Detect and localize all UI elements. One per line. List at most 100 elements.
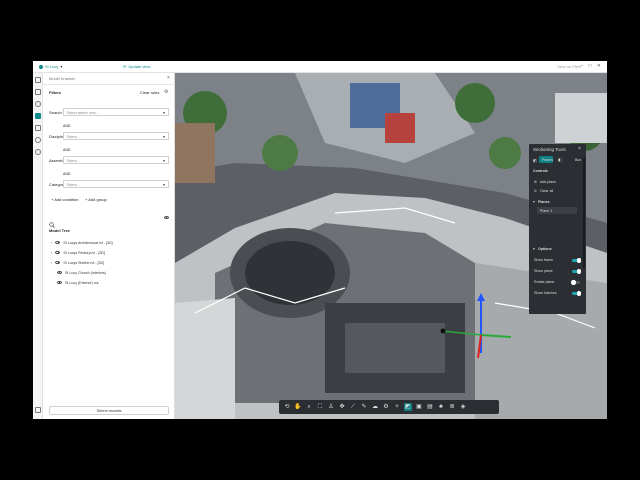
show-frame-toggle[interactable] (572, 258, 581, 263)
measure-icon[interactable]: ⟋ (349, 403, 357, 411)
tree-item[interactable]: St Lucy (Exterior).rcs (57, 279, 99, 286)
search-sets-select[interactable]: Select search sets... ▾ (63, 108, 169, 116)
project-selector[interactable]: St Lucy ▾ (39, 64, 62, 69)
gear-icon[interactable]: ⚙ (164, 89, 168, 95)
image-icon[interactable]: ▤ (426, 403, 434, 411)
panel-header: Model browser (49, 76, 76, 81)
close-icon[interactable]: × (167, 75, 170, 81)
model-browser-icon[interactable] (35, 113, 41, 119)
fit-icon[interactable]: ⛶ (316, 403, 324, 411)
plane-list-item[interactable]: Plane 1 (537, 207, 577, 214)
sectioning-tools-title: Sectioning Tools (533, 147, 566, 152)
controls-title: Controls (533, 169, 548, 173)
gizmo-icon[interactable]: ✥ (338, 403, 346, 411)
show-hatches-toggle[interactable] (572, 291, 581, 296)
filters-title: Filters (49, 90, 62, 95)
top-bar: St Lucy ▾ ⟳ Update view View on Files – … (33, 61, 607, 73)
walk-icon[interactable]: ♙ (327, 403, 335, 411)
categories-select[interactable]: Select... ▾ (63, 180, 169, 188)
layers-icon[interactable] (35, 89, 41, 95)
show-plane-label: Show plane (534, 269, 553, 273)
scrollbar[interactable] (583, 158, 585, 268)
refresh-icon: ⟳ (123, 64, 127, 69)
left-rail (33, 73, 43, 419)
issues-icon[interactable] (35, 125, 41, 131)
show-plane-toggle[interactable] (572, 269, 581, 274)
settings-icon[interactable] (35, 149, 41, 155)
cloud-icon[interactable]: ☁ (371, 403, 379, 411)
chevron-right-icon[interactable]: › (51, 250, 52, 255)
disciplines-select[interactable]: Select... ▾ (63, 132, 169, 140)
clock-icon[interactable] (35, 101, 41, 107)
viewer-toolbar: ⟲ ✋ ⌕ ⛶ ♙ ✥ ⟋ ✎ ☁ ⚙ ✧ ◩ ▣ ▤ ♣ ≣ ◈ (279, 400, 499, 414)
rotate-plane-label: Rotate plane (534, 280, 555, 284)
eye-icon[interactable] (57, 271, 62, 274)
disciplines-placeholder: Select... (67, 134, 80, 139)
rotate-plane-toggle[interactable] (571, 280, 580, 285)
clear-all-icon[interactable]: ⊘ (534, 189, 537, 193)
forest-icon[interactable]: ♣ (437, 403, 445, 411)
update-view-button[interactable]: ⟳ Update view (123, 64, 150, 69)
plane-1-label: Plane 1 (540, 208, 553, 213)
collapse-icon[interactable] (35, 407, 41, 413)
tree-item[interactable]: › St Lucys Architectural.rvt - [3D] (51, 239, 113, 246)
project-name: St Lucy (45, 64, 59, 69)
settings-icon[interactable]: ⚙ (382, 403, 390, 411)
chevron-down-icon[interactable]: ▾ (533, 200, 535, 204)
assembly-placeholder: Select... (67, 158, 80, 163)
tree-item[interactable]: › St Lucys Shelter.rvt - [3D] (51, 259, 104, 266)
add-group-button[interactable]: + Add group (85, 197, 107, 202)
clear-all-button[interactable]: Clear all (540, 189, 553, 193)
tree-item[interactable]: › St Lucys Rectory.rvt - [3D] (51, 249, 105, 256)
box-icon[interactable]: ▣ (415, 403, 423, 411)
eye-icon[interactable] (55, 251, 61, 254)
view-on-files-link[interactable]: View on Files (557, 64, 581, 69)
sectioning-mode-icon[interactable]: ◩ (533, 158, 537, 163)
clear-rules-link[interactable]: Clear rules (140, 90, 159, 95)
assembly-select[interactable]: Select... ▾ (63, 156, 169, 164)
chevron-right-icon[interactable]: › (51, 260, 52, 265)
explode-icon[interactable]: ✧ (393, 403, 401, 411)
zoom-icon[interactable]: ⌕ (305, 403, 313, 411)
tab-planes-label: Planes (542, 157, 553, 162)
box-mode-icon[interactable]: ◧ (558, 157, 562, 162)
home-icon[interactable] (35, 77, 41, 83)
tree-item-label: St Lucy Church (Interiors) (65, 270, 106, 275)
tab-box-label[interactable]: Box (575, 158, 581, 162)
info-icon[interactable] (35, 137, 41, 143)
pan-icon[interactable]: ✋ (294, 403, 302, 411)
close-icon[interactable]: × (578, 146, 581, 152)
layers-icon[interactable]: ≣ (448, 403, 456, 411)
eye-icon[interactable] (57, 281, 62, 284)
window-controls-icon[interactable]: – □ ✕ (580, 63, 603, 69)
tree-item-label: St Lucys Rectory.rvt - [3D] (63, 250, 106, 255)
chevron-right-icon[interactable]: › (51, 240, 52, 245)
eye-icon[interactable] (55, 241, 61, 244)
show-frame-label: Show frame (534, 258, 554, 262)
app-window: St Lucy ▾ ⟳ Update view View on Files – … (33, 61, 607, 419)
tree-item[interactable]: St Lucy Church (Interiors) (57, 269, 106, 276)
add-plane-button[interactable]: Add plane (540, 180, 556, 184)
chevron-down-icon[interactable]: ▾ (533, 247, 535, 251)
eye-icon[interactable] (55, 261, 61, 264)
select-models-button[interactable]: Select models (49, 406, 169, 415)
section-icon[interactable]: ◩ (404, 403, 412, 411)
search-icon[interactable] (49, 215, 55, 228)
chevron-down-icon: ▾ (162, 134, 165, 139)
and-label: AND (63, 172, 71, 176)
show-hatches-label: Show hatches (534, 291, 557, 295)
planes-title: Planes (538, 200, 550, 204)
add-condition-button[interactable]: + Add condition (51, 197, 78, 202)
tag-icon[interactable]: ◈ (459, 403, 467, 411)
search-sets-placeholder: Select search sets... (67, 110, 99, 115)
add-plane-icon[interactable]: ⊕ (534, 180, 537, 184)
3d-viewport[interactable]: Sectioning Tools × ◩ Planes ◧ Box Contro… (175, 73, 607, 419)
model-browser-panel: Model browser × Filters Clear rules ⚙ Se… (43, 73, 175, 419)
categories-placeholder: Select... (67, 182, 80, 187)
tab-planes[interactable]: Planes (539, 156, 553, 163)
pen-icon[interactable]: ✎ (360, 403, 368, 411)
sectioning-tools-panel: Sectioning Tools × ◩ Planes ◧ Box Contro… (529, 144, 586, 314)
rotate-icon[interactable]: ⟲ (283, 403, 291, 411)
tree-item-label: St Lucy (Exterior).rcs (65, 280, 99, 285)
eye-icon[interactable] (164, 216, 169, 219)
